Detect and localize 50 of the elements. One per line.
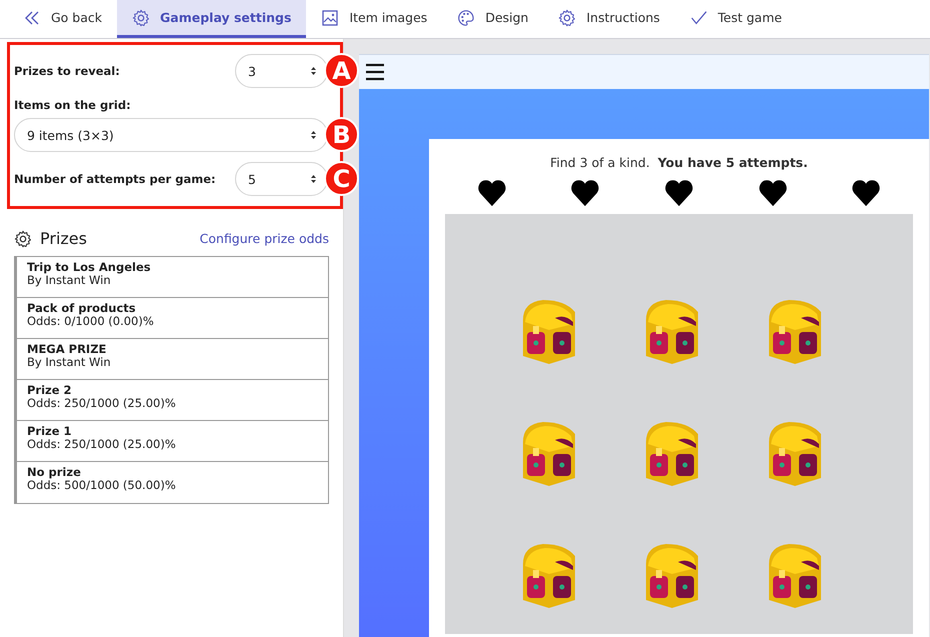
treasure-chest-icon[interactable] bbox=[646, 544, 698, 608]
dropdown-select[interactable]: 3 bbox=[235, 54, 328, 88]
dropdown-select[interactable]: 9 items (3×3) bbox=[14, 118, 328, 152]
sort-arrows-icon bbox=[310, 130, 317, 140]
prize-detail: Odds: 500/1000 (50.00)% bbox=[27, 479, 176, 492]
tab[interactable]: Design bbox=[442, 0, 544, 38]
image-icon bbox=[321, 8, 340, 26]
callout-marker: A bbox=[324, 53, 359, 88]
prize-name: Trip to Los Angeles bbox=[27, 261, 151, 274]
settings-icon bbox=[14, 230, 32, 248]
treasure-chest-icon[interactable] bbox=[769, 300, 821, 364]
back-chevron-icon bbox=[23, 8, 41, 26]
field-label: Number of attempts per game: bbox=[14, 172, 216, 186]
prize-detail: Odds: 0/1000 (0.00)% bbox=[27, 315, 154, 328]
treasure-chest-icon[interactable] bbox=[769, 544, 821, 608]
section-title: Prizes bbox=[40, 229, 87, 248]
treasure-chest-icon[interactable] bbox=[646, 422, 698, 486]
menu-icon[interactable] bbox=[365, 63, 385, 81]
prize-name: Prize 1 bbox=[27, 425, 72, 438]
field-label: Prizes to reveal: bbox=[14, 64, 120, 78]
settings-icon bbox=[558, 8, 576, 26]
callout-marker: B bbox=[324, 117, 359, 152]
prize-detail: By Instant Win bbox=[27, 356, 111, 370]
tab[interactable]: Gameplay settings bbox=[117, 0, 306, 38]
prize-detail: Odds: 250/1000 (25.00)% bbox=[27, 438, 176, 452]
tab[interactable]: Test game bbox=[674, 0, 797, 38]
sort-arrows-icon bbox=[310, 174, 317, 184]
prize-detail: By Instant Win bbox=[27, 274, 111, 288]
prize-name: No prize bbox=[27, 466, 81, 480]
treasure-chest-icon[interactable] bbox=[523, 300, 575, 364]
treasure-chest-icon[interactable] bbox=[523, 422, 575, 486]
configure-odds-link[interactable]: Configure prize odds bbox=[200, 231, 329, 246]
callout-marker: C bbox=[324, 161, 359, 196]
dropdown-select[interactable]: 5 bbox=[235, 162, 328, 196]
treasure-chest-icon[interactable] bbox=[769, 422, 821, 486]
tab[interactable]: Instructions bbox=[543, 0, 675, 38]
check-icon bbox=[690, 8, 708, 26]
prize-name: MEGA PRIZE bbox=[27, 343, 106, 356]
prize-detail: Odds: 250/1000 (25.00)% bbox=[27, 397, 176, 410]
prize-name: Prize 2 bbox=[27, 384, 72, 398]
field-label: Items on the grid: bbox=[14, 98, 132, 112]
game-instruction: Find 3 of a kind. You have 5 attempts. bbox=[550, 155, 808, 170]
palette-icon bbox=[457, 8, 476, 26]
sort-arrows-icon bbox=[310, 66, 317, 76]
settings-icon bbox=[132, 8, 150, 26]
treasure-chest-icon[interactable] bbox=[523, 544, 575, 608]
treasure-chest-icon[interactable] bbox=[646, 300, 698, 364]
prize-name: Pack of products bbox=[27, 302, 136, 316]
tab[interactable]: Item images bbox=[306, 0, 442, 38]
tab[interactable]: Go back bbox=[8, 0, 118, 38]
